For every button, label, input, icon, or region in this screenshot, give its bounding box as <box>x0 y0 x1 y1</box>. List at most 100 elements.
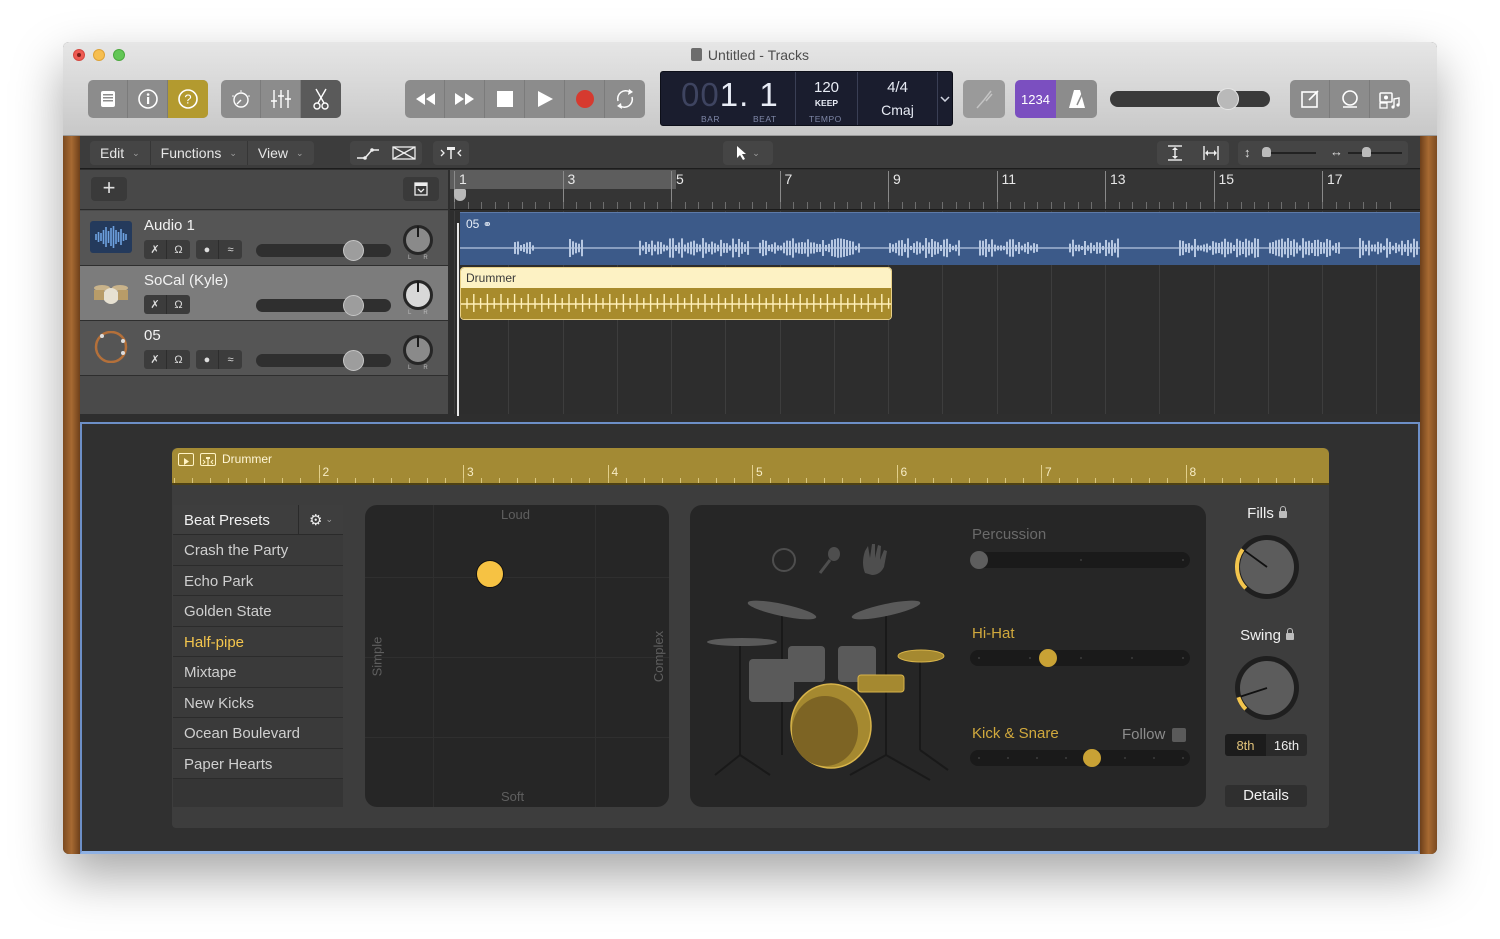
master-volume-knob[interactable] <box>1217 88 1239 110</box>
solo-button[interactable]: Ω <box>167 240 190 259</box>
solo-button[interactable]: Ω <box>167 350 190 369</box>
slider-thumb[interactable] <box>1083 749 1102 767</box>
swing-16th-button[interactable]: 16th <box>1266 734 1307 756</box>
drummer-region[interactable]: Drummer <box>460 267 892 320</box>
track-header[interactable]: Audio 1 ✗ Ω ● ≈ LR <box>80 211 448 266</box>
play-region-button[interactable] <box>178 453 194 466</box>
lcd-tempo[interactable]: 120 KEEP TEMPO <box>796 72 858 125</box>
rewind-button[interactable] <box>405 80 445 118</box>
swing-knob[interactable] <box>1231 652 1303 724</box>
hi-hat-cymbal[interactable] <box>897 649 945 663</box>
cycle-button[interactable] <box>605 80 645 118</box>
notepad-button[interactable] <box>1290 80 1330 118</box>
pan-knob[interactable] <box>403 335 433 365</box>
pan-knob[interactable] <box>403 225 433 255</box>
lock-icon[interactable] <box>1285 628 1294 640</box>
preset-actions-button[interactable]: ⚙ ⌄ <box>299 505 343 534</box>
count-in-button[interactable]: 1234 <box>1015 80 1056 118</box>
clap-hand-icon[interactable] <box>863 544 887 575</box>
xy-pad[interactable]: Loud Soft Simple Complex <box>365 505 669 807</box>
drum-kit-illustration[interactable] <box>690 505 950 795</box>
record-enable-button[interactable]: ● <box>196 350 219 369</box>
lock-icon[interactable] <box>1278 506 1287 518</box>
solo-button[interactable]: Ω <box>167 295 190 314</box>
volume-knob[interactable] <box>343 295 364 316</box>
horizontal-zoom-thumb[interactable] <box>1362 147 1371 157</box>
track-volume-slider[interactable] <box>256 350 391 371</box>
timeline-ruler[interactable]: 1 3 5 7 9 11 13 15 17 <box>450 170 1420 210</box>
track-volume-slider[interactable] <box>256 295 391 316</box>
stop-button[interactable] <box>485 80 525 118</box>
lcd-signature[interactable]: 4/4 Cmaj <box>858 72 938 125</box>
track-header[interactable]: SoCal (Kyle) ✗ Ω LR <box>80 266 448 321</box>
loop-browser-button[interactable] <box>1330 80 1370 118</box>
metronome-button[interactable] <box>1056 80 1097 118</box>
xy-puck[interactable] <box>475 560 504 589</box>
horizontal-fit-button[interactable] <box>1193 141 1229 165</box>
pointer-tool-button[interactable]: ⌄ <box>723 141 773 165</box>
master-volume-slider[interactable] <box>1110 88 1270 110</box>
mixer-button[interactable] <box>261 80 301 118</box>
editor-button[interactable] <box>301 80 341 118</box>
tuner-button[interactable] <box>963 80 1005 118</box>
fills-knob[interactable] <box>1231 531 1303 603</box>
mute-button[interactable]: ✗ <box>144 240 167 259</box>
preset-item[interactable]: Ocean Boulevard <box>173 718 343 749</box>
drummer-editor-ruler[interactable]: Drummer 2 3 4 5 6 7 8 <box>172 448 1329 485</box>
fast-forward-button[interactable] <box>445 80 485 118</box>
vertical-zoom-slider[interactable] <box>1262 147 1316 157</box>
inspector-button[interactable] <box>128 80 168 118</box>
lcd-dropdown-button[interactable] <box>938 72 952 125</box>
vertical-zoom-thumb[interactable] <box>1262 147 1271 157</box>
input-monitor-button[interactable]: ≈ <box>219 350 242 369</box>
preset-item[interactable]: Paper Hearts <box>173 748 343 779</box>
volume-knob[interactable] <box>343 240 364 261</box>
audio-region[interactable]: 05 ⚭ <box>460 212 1420 265</box>
track-name[interactable]: SoCal (Kyle) <box>144 272 228 289</box>
tracks-area[interactable]: 05 ⚭ Drummer <box>450 211 1420 414</box>
tool-menu[interactable]: ⌄ <box>723 141 773 165</box>
follow-checkbox[interactable]: Follow <box>1122 726 1187 743</box>
lcd-display[interactable]: 001. 1 BAR BEAT 120 KEEP TEMPO 4/4 Cmaj <box>660 71 953 126</box>
vertical-fit-button[interactable] <box>1157 141 1193 165</box>
automation-button[interactable] <box>350 141 386 165</box>
mute-button[interactable]: ✗ <box>144 295 167 314</box>
snap-region-button[interactable] <box>200 453 216 466</box>
library-button[interactable] <box>88 80 128 118</box>
track-header[interactable]: 05 ✗ Ω ● ≈ LR <box>80 321 448 376</box>
smart-controls-button[interactable] <box>221 80 261 118</box>
lcd-position[interactable]: 001. 1 BAR BEAT <box>661 72 796 125</box>
details-button[interactable]: Details <box>1225 785 1307 807</box>
track-name[interactable]: 05 <box>144 327 161 344</box>
follow-checkbox-box[interactable] <box>1172 727 1187 742</box>
edit-menu[interactable]: Edit ⌄ <box>90 141 151 165</box>
add-track-button[interactable]: + <box>91 177 127 201</box>
pan-knob[interactable] <box>403 280 433 310</box>
playhead-handle[interactable] <box>454 189 466 201</box>
track-volume-slider[interactable] <box>256 240 391 261</box>
slider-thumb[interactable] <box>970 551 988 569</box>
flex-button[interactable] <box>386 141 422 165</box>
tambourine-icon[interactable] <box>772 548 796 572</box>
functions-menu[interactable]: Functions ⌄ <box>151 141 248 165</box>
snap-button[interactable] <box>433 141 469 165</box>
preset-item[interactable]: Half-pipe <box>173 626 343 657</box>
volume-knob[interactable] <box>343 350 364 371</box>
input-monitor-button[interactable]: ≈ <box>219 240 242 259</box>
ride-cymbal[interactable] <box>707 638 777 646</box>
media-browser-button[interactable] <box>1370 80 1410 118</box>
slider-thumb[interactable] <box>1038 649 1057 667</box>
playhead[interactable] <box>457 223 459 416</box>
mute-button[interactable]: ✗ <box>144 350 167 369</box>
kick-snare-slider[interactable] <box>970 749 1190 767</box>
horizontal-zoom-slider[interactable] <box>1348 147 1402 157</box>
view-menu[interactable]: View ⌄ <box>248 141 314 165</box>
preset-item[interactable]: Echo Park <box>173 565 343 596</box>
global-tracks-button[interactable] <box>403 177 439 201</box>
snare-drum[interactable] <box>857 674 905 693</box>
percussion-slider[interactable] <box>970 551 1190 569</box>
record-enable-button[interactable]: ● <box>196 240 219 259</box>
shaker-icon[interactable] <box>818 547 840 574</box>
preset-item[interactable]: Mixtape <box>173 657 343 688</box>
hi-hat-slider[interactable] <box>970 649 1190 667</box>
